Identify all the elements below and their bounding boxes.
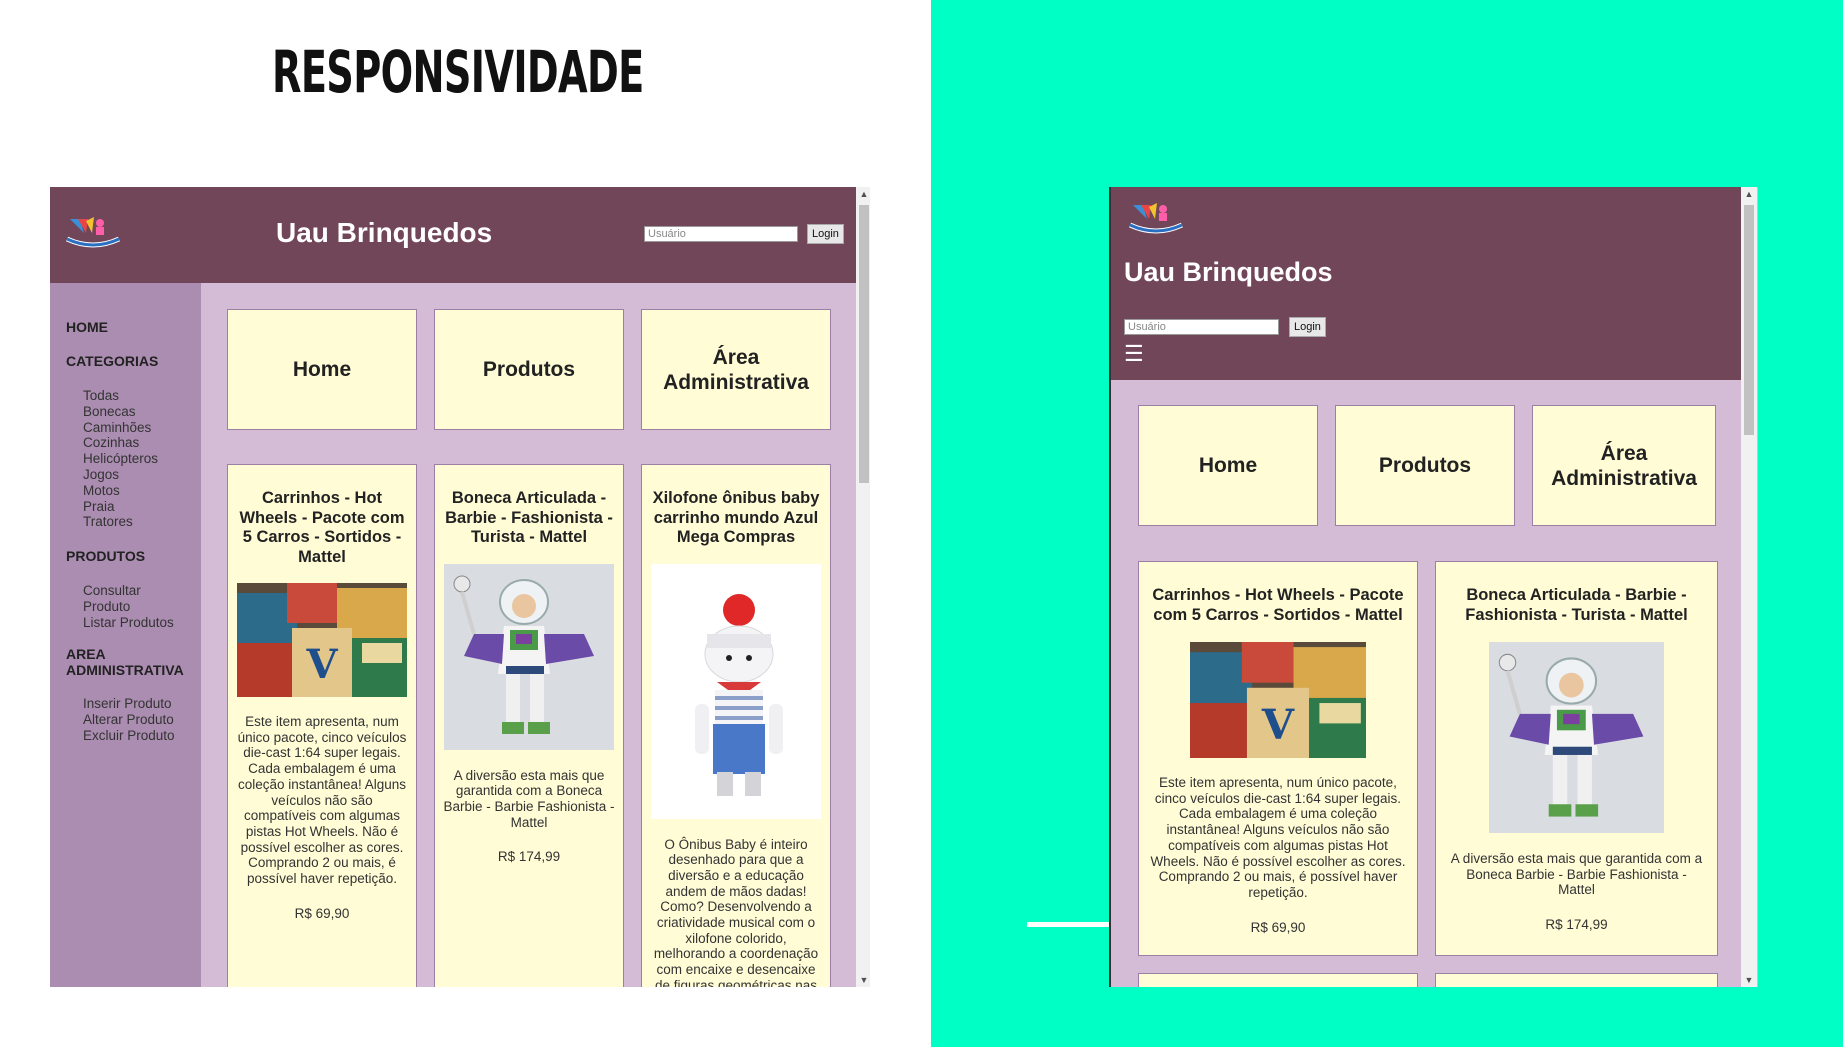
scroll-thumb[interactable]	[1744, 205, 1754, 435]
sidebar-item-produto[interactable]: Produto	[83, 599, 174, 615]
sidebar-item-inserir-produto[interactable]: Inserir Produto	[83, 696, 175, 712]
desktop-browser-window: Uau Brinquedos Login HOME CATEGORIAS Tod…	[50, 187, 870, 987]
scroll-up-arrow-icon[interactable]: ▲	[856, 187, 870, 201]
sidebar-item-listar-produtos[interactable]: Listar Produtos	[83, 615, 174, 631]
login-button[interactable]: Login	[807, 224, 844, 244]
sidebar-item-consultar[interactable]: Consultar	[83, 583, 174, 599]
mobile-scrollbar[interactable]: ▲ ▼	[1741, 187, 1757, 987]
nav-card-area-administrativa[interactable]: Área Administrativa	[1532, 405, 1716, 526]
product-card[interactable]: Boneca Articulada - Barbie - Fashionista…	[434, 464, 624, 987]
scroll-up-arrow-icon[interactable]: ▲	[1741, 187, 1757, 201]
product-description: O Ônibus Baby é inteiro desenhado para q…	[653, 836, 819, 988]
product-price: R$ 174,99	[497, 849, 561, 865]
product-description: Este item apresenta, num único pacote, c…	[237, 714, 407, 887]
svg-text:V: V	[305, 641, 338, 688]
toy-blocks-image: V	[1190, 642, 1366, 758]
product-card[interactable]: Carrinhos - Hot Wheels - Pacote com 5 Ca…	[1138, 561, 1418, 956]
product-price: R$ 69,90	[294, 905, 350, 921]
sidebar: HOME CATEGORIAS Todas Bonecas Caminhões …	[50, 283, 201, 987]
knitted-cat-doll-image	[651, 563, 821, 819]
sidebar-item-cozinhas[interactable]: Cozinhas	[83, 435, 158, 451]
product-title: Boneca Articulada - Barbie - Fashionista…	[1465, 586, 1688, 624]
sidebar-home-link[interactable]: HOME	[66, 319, 108, 335]
username-input[interactable]	[644, 226, 798, 242]
sidebar-item-praia[interactable]: Praia	[83, 499, 158, 515]
sidebar-item-todas[interactable]: Todas	[83, 388, 158, 404]
username-input[interactable]	[1124, 319, 1279, 335]
menu-hamburger-icon[interactable]: ☰	[1124, 341, 1144, 367]
sidebar-area-list: Inserir Produto Alterar Produto Excluir …	[83, 696, 175, 743]
product-price: R$ 174,99	[1545, 917, 1608, 933]
scroll-down-arrow-icon[interactable]: ▼	[856, 973, 870, 987]
site-header: Uau Brinquedos Login ☰	[1111, 187, 1741, 380]
nav-card-home[interactable]: Home	[227, 309, 417, 430]
sidebar-categories-list: Todas Bonecas Caminhões Cozinhas Helicóp…	[83, 388, 158, 530]
sidebar-item-jogos[interactable]: Jogos	[83, 467, 158, 483]
sidebar-area-line2: ADMINISTRATIVA	[66, 662, 184, 678]
product-card[interactable]: Xilofone ônibus baby carrinho mundo Azul…	[641, 464, 831, 987]
sidebar-item-excluir-produto[interactable]: Excluir Produto	[83, 728, 175, 744]
nav-card-area-administrativa[interactable]: Área Administrativa	[641, 309, 831, 430]
site-title: Uau Brinquedos	[276, 217, 493, 248]
product-title: Boneca Articulada - Barbie - Fashionista…	[445, 489, 613, 546]
product-title: Carrinhos - Hot Wheels - Pacote com 5 Ca…	[239, 489, 405, 566]
buzz-lightyear-image	[1489, 642, 1664, 833]
sidebar-item-motos[interactable]: Motos	[83, 483, 158, 499]
toy-blocks-image: V	[237, 583, 407, 697]
product-card[interactable]	[1435, 973, 1718, 987]
site-logo	[65, 217, 121, 248]
site-header: Uau Brinquedos Login	[50, 187, 856, 283]
sidebar-produtos-heading: PRODUTOS	[66, 548, 146, 564]
nav-card-produtos[interactable]: Produtos	[1335, 405, 1515, 526]
site-title: Uau Brinquedos	[1124, 257, 1333, 287]
nav-card-home[interactable]: Home	[1138, 405, 1318, 526]
product-card[interactable]	[1138, 973, 1418, 987]
decorative-dash	[1027, 922, 1111, 927]
product-description: A diversão esta mais que garantida com a…	[1450, 851, 1703, 898]
scroll-down-arrow-icon[interactable]: ▼	[1741, 973, 1757, 987]
product-card[interactable]: Carrinhos - Hot Wheels - Pacote com 5 Ca…	[227, 464, 417, 987]
site-logo	[1128, 203, 1184, 234]
product-title: Carrinhos - Hot Wheels - Pacote com 5 Ca…	[1152, 586, 1404, 624]
sidebar-item-tratores[interactable]: Tratores	[83, 514, 158, 530]
sidebar-item-helicopteros[interactable]: Helicópteros	[83, 451, 158, 467]
sidebar-area-line1: AREA	[66, 646, 106, 662]
product-description: Este item apresenta, num único pacote, c…	[1150, 775, 1406, 900]
nav-card-produtos[interactable]: Produtos	[434, 309, 624, 430]
slide-title: RESPONSIVIDADE	[272, 38, 644, 106]
sidebar-item-caminhoes[interactable]: Caminhões	[83, 420, 158, 436]
mobile-browser-window: Uau Brinquedos Login ☰ Home Produtos Áre…	[1109, 187, 1758, 987]
scroll-thumb[interactable]	[859, 205, 869, 483]
sidebar-item-alterar-produto[interactable]: Alterar Produto	[83, 712, 175, 728]
product-title: Xilofone ônibus baby carrinho mundo Azul…	[652, 489, 820, 546]
product-description: A diversão esta mais que garantida com a…	[443, 767, 615, 830]
buzz-lightyear-image	[444, 563, 614, 750]
login-button[interactable]: Login	[1289, 317, 1326, 337]
product-card[interactable]: Boneca Articulada - Barbie - Fashionista…	[1435, 561, 1718, 956]
sidebar-produtos-list: Consultar Produto Listar Produtos	[83, 583, 174, 630]
sidebar-categorias-heading: CATEGORIAS	[66, 353, 159, 369]
desktop-scrollbar[interactable]: ▲ ▼	[856, 187, 870, 987]
product-price: R$ 69,90	[1250, 919, 1306, 935]
sidebar-area-heading: AREA ADMINISTRATIVA	[66, 646, 184, 678]
svg-text:V: V	[1261, 700, 1295, 749]
sidebar-item-bonecas[interactable]: Bonecas	[83, 404, 158, 420]
